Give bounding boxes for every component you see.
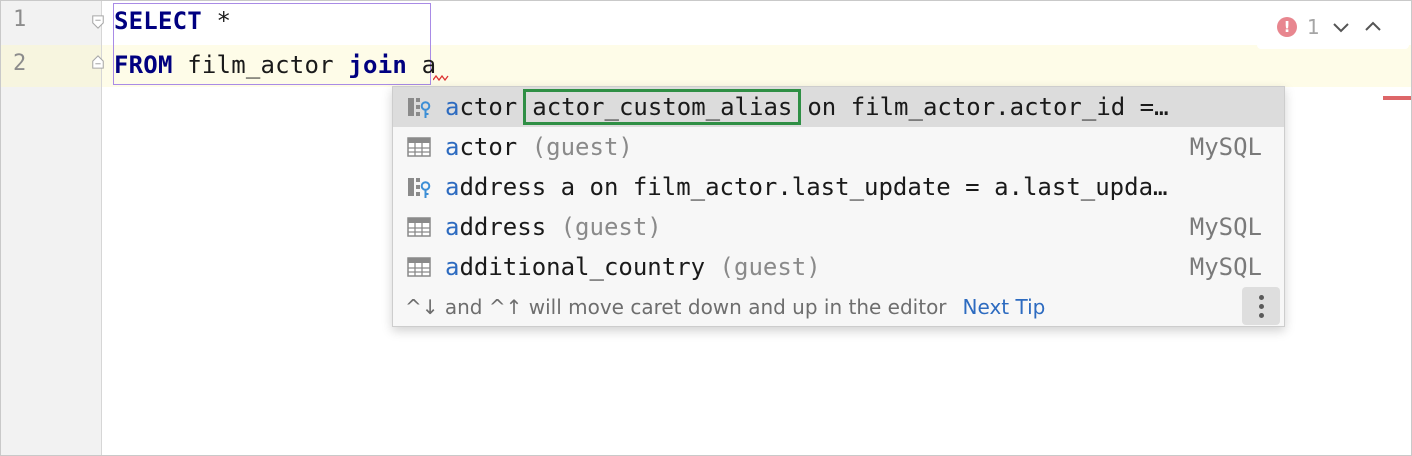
error-squiggle	[433, 75, 449, 81]
code-text: a	[407, 51, 437, 79]
sql-editor[interactable]: 1 2 SELECT * FROM film_actor join a ! 1	[0, 0, 1412, 456]
keyword: FROM	[114, 51, 173, 79]
completion-item[interactable]: actor actor_custom_alias on film_actor.act…	[393, 87, 1284, 127]
code-line-1[interactable]: SELECT *	[114, 7, 231, 35]
schema-hint: (guest)	[705, 253, 821, 281]
kebab-menu-icon[interactable]	[1242, 287, 1280, 325]
table-icon	[407, 257, 431, 277]
item-label: dditional_country	[459, 253, 706, 281]
completion-popup: actor actor_custom_alias on film_actor.act…	[392, 86, 1285, 327]
next-tip-link[interactable]: Next Tip	[963, 295, 1046, 319]
completion-item[interactable]: actor (guest) MySQL	[393, 127, 1284, 167]
completion-item[interactable]: additional_country (guest) MySQL	[393, 247, 1284, 287]
schema-hint: (guest)	[546, 213, 662, 241]
error-count: 1	[1307, 15, 1320, 39]
join-clause-icon	[408, 178, 431, 198]
item-label: ctor	[459, 133, 518, 161]
item-label: ddress a on film_actor.last_update = a.l…	[459, 173, 1168, 201]
completion-item[interactable]: address a on film_actor.last_update = a.…	[393, 167, 1284, 207]
schema-hint: (guest)	[517, 133, 633, 161]
table-icon	[407, 137, 431, 157]
dialect-label: MySQL	[1189, 133, 1262, 161]
match-prefix: a	[445, 93, 460, 121]
match-prefix: a	[445, 173, 460, 201]
join-clause-icon	[408, 98, 431, 118]
code-text: film_actor	[172, 51, 349, 79]
match-prefix: a	[445, 253, 460, 281]
item-label: ctor	[459, 93, 518, 121]
alias-highlight: actor_custom_alias	[523, 89, 802, 125]
item-detail: on film_actor.actor_id =…	[807, 93, 1169, 121]
line-number-2: 2	[13, 51, 27, 76]
tip-text: ^↓ and ^↑ will move caret down and up in…	[405, 294, 947, 319]
completion-item[interactable]: address (guest) MySQL	[393, 207, 1284, 247]
item-label: ddress	[459, 213, 547, 241]
keyword: join	[348, 51, 408, 79]
code-text: *	[201, 7, 232, 35]
error-stripe-marker[interactable]	[1383, 96, 1411, 100]
keyword: SELECT	[114, 7, 202, 35]
chevron-down-icon[interactable]	[1330, 16, 1352, 38]
tip-bar: ^↓ and ^↑ will move caret down and up in…	[393, 287, 1284, 326]
inspection-widget: ! 1	[1257, 5, 1409, 49]
dialect-label: MySQL	[1189, 253, 1262, 281]
fold-start-icon[interactable]	[91, 15, 105, 29]
table-icon	[407, 217, 431, 237]
match-prefix: a	[445, 133, 460, 161]
code-line-2[interactable]: FROM film_actor join a	[114, 51, 436, 79]
fold-end-icon[interactable]	[91, 55, 105, 69]
line-number-1: 1	[13, 7, 27, 32]
error-icon[interactable]: !	[1277, 17, 1297, 37]
dialect-label: MySQL	[1189, 213, 1262, 241]
chevron-up-icon[interactable]	[1362, 16, 1384, 38]
match-prefix: a	[445, 213, 460, 241]
